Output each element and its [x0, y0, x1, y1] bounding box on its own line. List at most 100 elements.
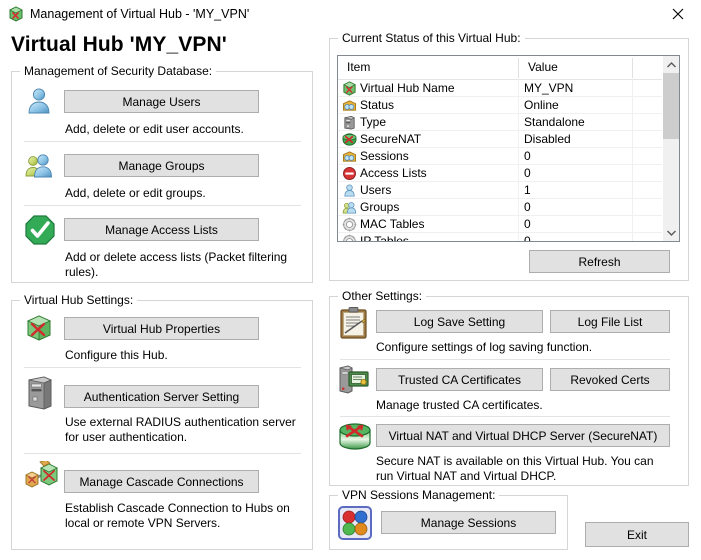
status-icon	[342, 98, 357, 113]
exit-button[interactable]: Exit	[585, 522, 689, 547]
divider	[340, 359, 670, 360]
scroll-down-arrow[interactable]	[663, 224, 679, 241]
divider	[24, 141, 301, 142]
table-row[interactable]: MAC Tables 0	[338, 216, 679, 233]
security-database-group-title: Management of Security Database:	[20, 64, 217, 78]
server-tower-icon	[26, 376, 54, 410]
nat-cylinder-icon	[338, 421, 372, 453]
status-item-value: 1	[524, 183, 531, 197]
securenat-icon	[342, 132, 357, 147]
table-row[interactable]: Users 1	[338, 182, 679, 199]
status-item-name: Groups	[360, 200, 400, 214]
status-item-name: Status	[360, 98, 395, 112]
window-title: Management of Virtual Hub - 'MY_VPN'	[30, 7, 250, 21]
virtual-hub-properties-description: Configure this Hub.	[65, 348, 168, 362]
trusted-ca-certificates-button[interactable]: Trusted CA Certificates	[376, 368, 543, 391]
divider	[340, 416, 670, 417]
status-item-value: Disabled	[524, 132, 571, 146]
access-list-icon	[342, 166, 357, 181]
users-group-icon	[24, 150, 54, 180]
table-row[interactable]: Status Online	[338, 97, 679, 114]
virtual-nat-dhcp-button[interactable]: Virtual NAT and Virtual DHCP Server (Sec…	[376, 424, 670, 447]
table-row[interactable]: IP Tables 0	[338, 233, 679, 241]
title-bar: Management of Virtual Hub - 'MY_VPN'	[0, 0, 701, 28]
sessions-icon	[342, 149, 357, 164]
status-list-scrollbar[interactable]	[662, 56, 679, 241]
status-item-value: 0	[524, 234, 531, 241]
column-divider	[632, 58, 633, 78]
status-item-name: IP Tables	[360, 234, 409, 241]
manage-sessions-button[interactable]: Manage Sessions	[381, 511, 556, 534]
status-item-name: Sessions	[360, 149, 409, 163]
authentication-server-setting-button[interactable]: Authentication Server Setting	[64, 385, 259, 408]
current-status-group: Current Status of this Virtual Hub: Item…	[329, 31, 689, 281]
manage-users-description: Add, delete or edit user accounts.	[65, 122, 244, 136]
server-tower-icon	[342, 115, 357, 130]
table-row[interactable]: Sessions 0	[338, 148, 679, 165]
log-file-list-button[interactable]: Log File List	[550, 310, 670, 333]
virtual-hub-icon	[8, 6, 24, 22]
close-button[interactable]	[655, 0, 701, 28]
manage-access-lists-button[interactable]: Manage Access Lists	[64, 218, 259, 241]
users-group-icon	[342, 200, 357, 215]
status-item-name: Users	[360, 183, 392, 197]
gear-icon	[342, 217, 357, 232]
divider	[24, 367, 301, 368]
status-item-name: Virtual Hub Name	[360, 81, 455, 95]
vpn-sessions-group-title: VPN Sessions Management:	[338, 488, 500, 502]
status-item-name: Type	[360, 115, 387, 129]
page-title: Virtual Hub 'MY_VPN'	[11, 33, 227, 56]
status-list[interactable]: Item Value Virtual Hub Name MY_VPN Statu…	[337, 55, 680, 242]
manage-cascade-connections-description: Establish Cascade Connection to Hubs on …	[65, 501, 290, 530]
status-item-name: Access Lists	[360, 166, 427, 180]
manage-groups-button[interactable]: Manage Groups	[64, 154, 259, 177]
virtual-hub-icon	[342, 81, 357, 96]
manage-cascade-connections-button[interactable]: Manage Cascade Connections	[64, 470, 259, 493]
status-item-value: 0	[524, 166, 531, 180]
manage-users-button[interactable]: Manage Users	[64, 90, 259, 113]
revoked-certs-button[interactable]: Revoked Certs	[550, 368, 670, 391]
virtual-hub-properties-button[interactable]: Virtual Hub Properties	[64, 317, 259, 340]
user-icon	[24, 86, 54, 116]
certificate-icon	[338, 364, 370, 396]
gear-icon	[342, 234, 357, 241]
table-row[interactable]: Type Standalone	[338, 114, 679, 131]
other-settings-group: Other Settings: Log Save Setting Log Fil…	[329, 289, 689, 486]
divider	[24, 205, 301, 206]
table-row[interactable]: Access Lists 0	[338, 165, 679, 182]
check-badge-icon	[24, 214, 56, 246]
user-icon	[342, 183, 357, 198]
virtual-hub-settings-group-title: Virtual Hub Settings:	[20, 293, 138, 307]
table-row[interactable]: Virtual Hub Name MY_VPN	[338, 80, 679, 97]
status-item-name: MAC Tables	[360, 217, 425, 231]
sessions-dots-icon	[338, 506, 372, 540]
status-column-item[interactable]: Item	[338, 56, 370, 79]
status-list-body: Virtual Hub Name MY_VPN Status Online Ty…	[338, 80, 679, 241]
status-item-value: Online	[524, 98, 559, 112]
scroll-up-arrow[interactable]	[663, 56, 679, 73]
table-row[interactable]: SecureNAT Disabled	[338, 131, 679, 148]
vpn-sessions-group: VPN Sessions Management: Manage Sessions	[329, 488, 568, 550]
status-item-name: SecureNAT	[360, 132, 422, 146]
certificates-description: Manage trusted CA certificates.	[376, 398, 543, 412]
table-row[interactable]: Groups 0	[338, 199, 679, 216]
securenat-description: Secure NAT is available on this Virtual …	[376, 454, 654, 483]
security-database-group: Management of Security Database: Manage …	[11, 64, 313, 283]
log-save-setting-button[interactable]: Log Save Setting	[376, 310, 543, 333]
hub-cube-icon	[24, 313, 54, 343]
status-column-value[interactable]: Value	[519, 56, 558, 79]
other-settings-group-title: Other Settings:	[338, 289, 427, 303]
scroll-thumb[interactable]	[663, 73, 679, 139]
log-settings-description: Configure settings of log saving functio…	[376, 340, 593, 354]
status-item-value: Standalone	[524, 115, 585, 129]
cascade-icon	[24, 461, 58, 491]
status-item-value: MY_VPN	[524, 81, 574, 95]
window-root: Management of Virtual Hub - 'MY_VPN' Vir…	[0, 0, 701, 560]
status-item-value: 0	[524, 149, 531, 163]
divider	[24, 453, 301, 454]
refresh-button[interactable]: Refresh	[529, 250, 670, 273]
status-list-header: Item Value	[338, 56, 679, 80]
status-item-value: 0	[524, 217, 531, 231]
virtual-hub-settings-group: Virtual Hub Settings: Virtual Hub Proper…	[11, 293, 313, 550]
clipboard-icon	[338, 306, 370, 340]
